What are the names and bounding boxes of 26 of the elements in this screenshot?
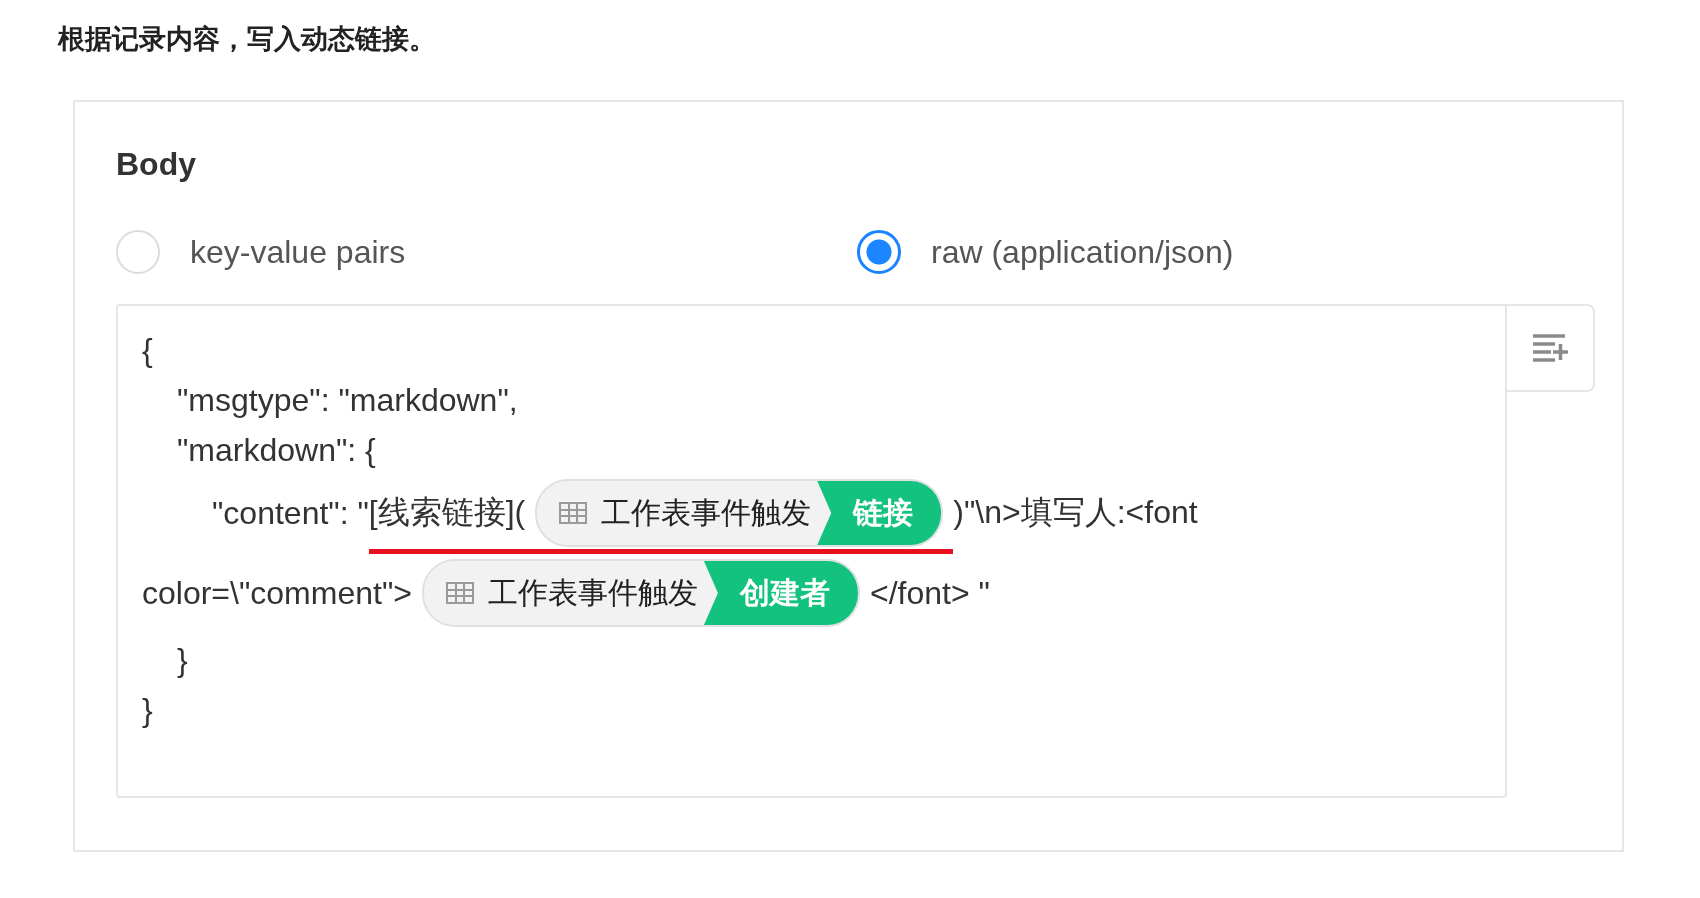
code-text: "markdown": { — [177, 431, 376, 469]
section-title: Body — [116, 146, 197, 182]
radio-button[interactable] — [857, 230, 901, 274]
token-field: 链接 — [817, 481, 942, 545]
token-source: 工作表事件触发 — [601, 494, 812, 531]
field-token[interactable]: 工作表事件触发 创建者 — [421, 559, 860, 627]
code-text: "msgtype": "markdown", — [177, 381, 518, 419]
code-text: )"\n>填写人:<font — [953, 493, 1198, 532]
field-token[interactable]: 工作表事件触发 链接 — [535, 479, 944, 547]
code-text: } — [142, 691, 153, 729]
token-field: 创建者 — [703, 561, 858, 625]
insert-field-button[interactable] — [1507, 304, 1595, 392]
code-text: </font> " — [869, 574, 990, 612]
code-editor[interactable]: { "msgtype": "markdown", "markdown": { "content": "[线索链接]( 工作表事件触发 链接 )"\n>填写人:<font color=\"comment"> 工作表事件触发 创建者 </font> " } } — [116, 304, 1507, 798]
intro-text: 根据记录内容，写入动态链接。 — [58, 24, 437, 54]
code-text: color=\"comment"> — [142, 574, 412, 612]
table-icon — [445, 582, 474, 604]
code-text: [线索链接]( — [368, 493, 526, 532]
token-source: 工作表事件触发 — [487, 574, 698, 611]
table-icon — [559, 502, 588, 524]
code-text: } — [177, 641, 188, 679]
list-add-icon — [1531, 333, 1569, 363]
radio-label[interactable]: key-value pairs — [190, 233, 406, 271]
radio-label[interactable]: raw (application/json) — [931, 233, 1234, 271]
code-text: { — [142, 331, 153, 369]
code-text: "content": " — [212, 494, 369, 532]
